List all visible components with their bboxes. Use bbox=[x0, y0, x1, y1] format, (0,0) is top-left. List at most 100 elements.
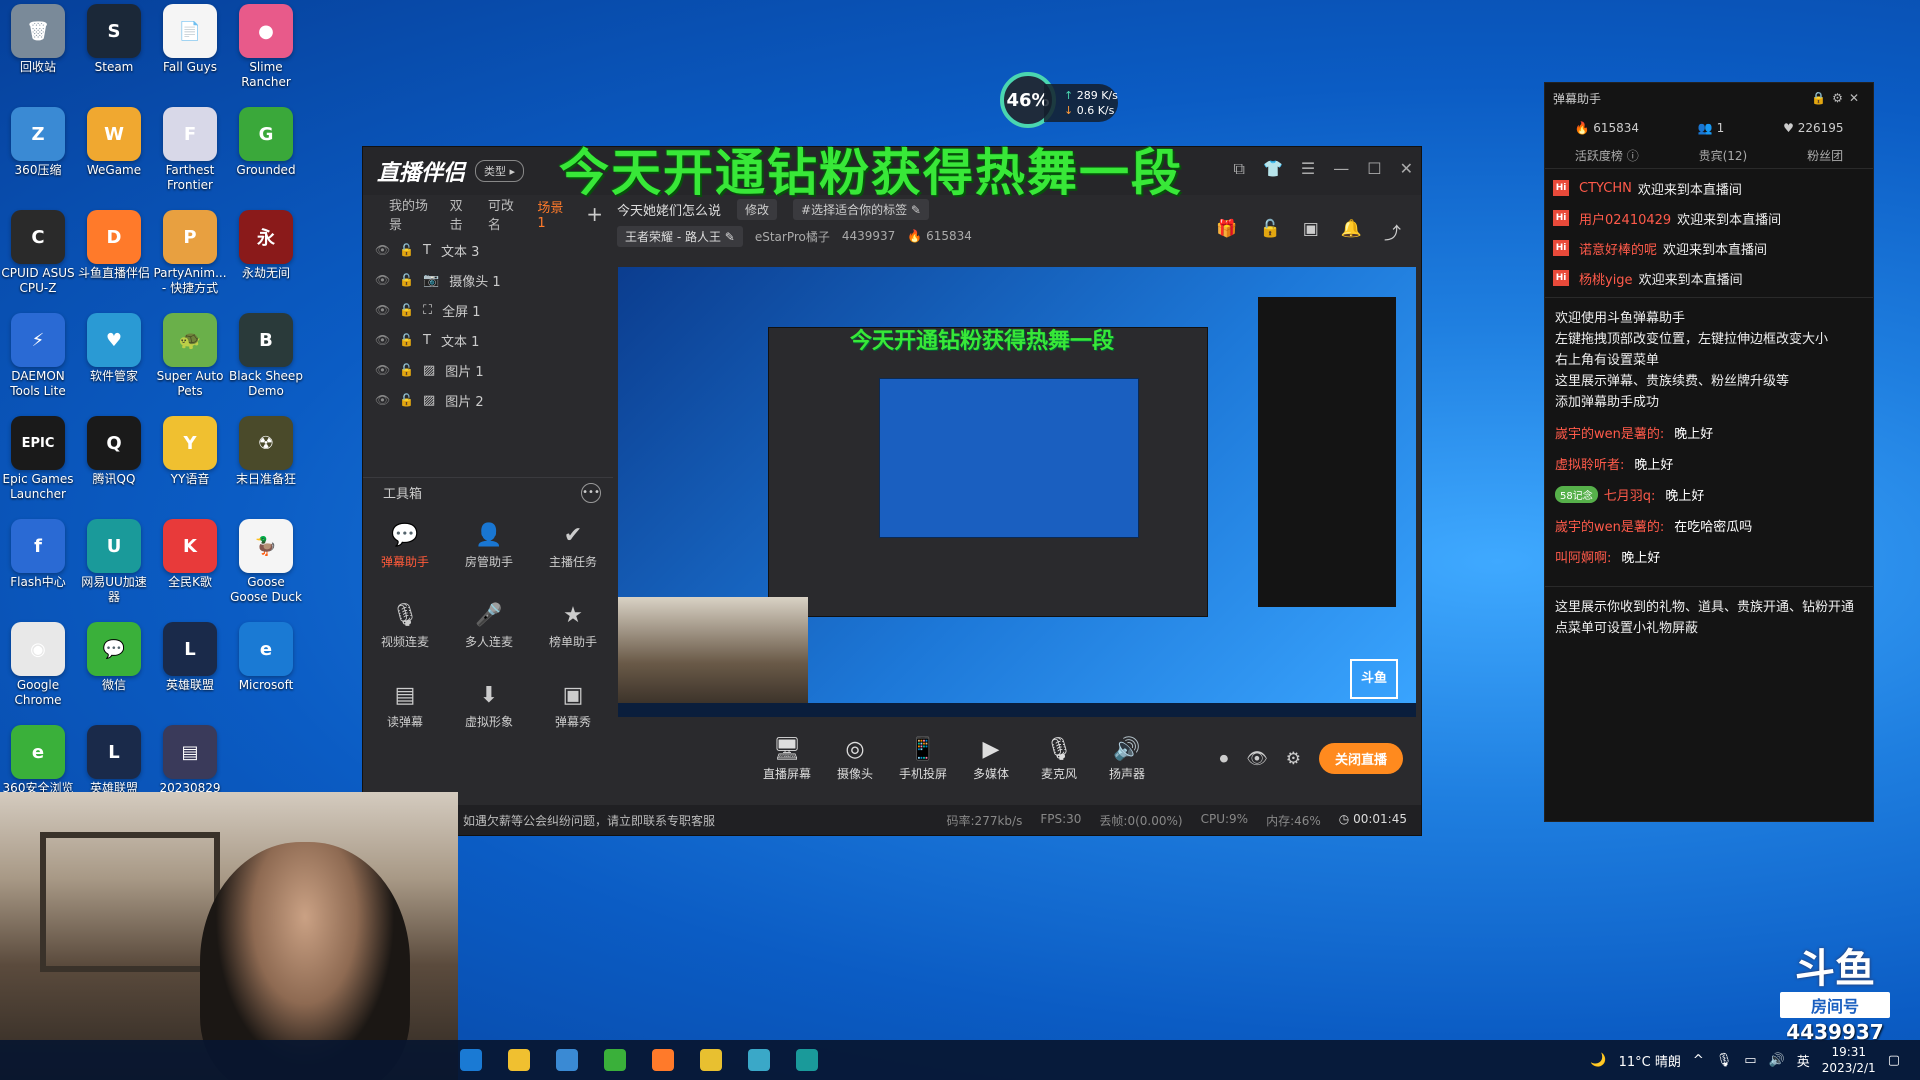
taskbar-app-icon[interactable] bbox=[748, 1049, 770, 1071]
eye-icon[interactable]: 👁 bbox=[375, 363, 390, 377]
desktop-icon[interactable]: e Microsoft bbox=[228, 618, 304, 718]
settings-icon[interactable]: ⚙ bbox=[1286, 749, 1301, 769]
lock-icon[interactable]: 🔓 bbox=[1260, 219, 1281, 244]
desktop-icon[interactable]: L 英雄联盟 bbox=[152, 618, 228, 718]
desktop-icon[interactable]: C CPUID ASUS CPU-Z bbox=[0, 206, 76, 306]
chat-user[interactable]: 虚拟聆听者: bbox=[1555, 454, 1624, 473]
desktop-icon[interactable]: B Black Sheep Demo bbox=[228, 309, 304, 409]
window-titlebar[interactable]: 直播伴侣 类型 ▸ 今天开通钻粉获得热舞一段 ⧉ 👕 ☰ — ☐ ✕ bbox=[363, 144, 1421, 202]
taskbar-app-icon[interactable] bbox=[700, 1049, 722, 1071]
taskbar-app-icon[interactable] bbox=[604, 1049, 626, 1071]
lock-icon[interactable]: 🔓 bbox=[399, 303, 414, 317]
desktop-icon[interactable]: 🗑 回收站 bbox=[0, 0, 76, 100]
gear-icon[interactable]: ⚙ bbox=[1832, 91, 1849, 105]
chat-user[interactable]: 七月羽q: bbox=[1604, 485, 1656, 504]
eye-icon[interactable]: 👁 bbox=[375, 273, 390, 287]
pip-icon[interactable]: ⧉ bbox=[1234, 159, 1245, 179]
eye-icon[interactable]: 👁 bbox=[1246, 749, 1268, 769]
desktop-icon[interactable]: 永永劫无间 bbox=[228, 206, 304, 306]
desktop-icon[interactable]: ☢ 末日准备狂 bbox=[228, 412, 304, 512]
lock-icon[interactable]: 🔓 bbox=[399, 333, 414, 347]
tab-double-click[interactable]: 双击 bbox=[450, 195, 472, 233]
more-icon[interactable]: ••• bbox=[581, 482, 601, 503]
tool-button[interactable]: ★ 榜单助手 bbox=[531, 599, 615, 665]
taskbar-app-icon[interactable] bbox=[556, 1049, 578, 1071]
taskbar-app-icon[interactable] bbox=[652, 1049, 674, 1071]
status-notice[interactable]: 如遇欠薪等公会纠纷问题，请立即联系专职客服 bbox=[463, 812, 715, 829]
category-button[interactable]: 王者荣耀 - 路人王 ✎ bbox=[617, 225, 743, 247]
source-button[interactable]: 🔊 扬声器 bbox=[1103, 735, 1151, 782]
desktop-icon[interactable]: ● Slime Rancher bbox=[228, 0, 304, 100]
weather[interactable]: 11°C 晴朗 bbox=[1619, 1051, 1681, 1070]
tab-rename[interactable]: 可改名 bbox=[488, 195, 521, 233]
desktop-icon[interactable]: G Grounded bbox=[228, 103, 304, 203]
minimize-icon[interactable]: — bbox=[1333, 159, 1349, 179]
eye-icon[interactable]: 👁 bbox=[375, 393, 390, 407]
tool-button[interactable]: 🎤 多人连麦 bbox=[447, 599, 531, 665]
eye-icon[interactable]: 👁 bbox=[375, 243, 390, 257]
perf-float-widget[interactable]: 46% ↑ 289 K/s ↓ 0.6 K/s bbox=[1000, 70, 1118, 128]
tool-button[interactable]: 👤 房管助手 bbox=[447, 519, 531, 585]
user-name[interactable]: 诺意好棒的呢 bbox=[1579, 239, 1657, 258]
source-button[interactable]: ◎ 摄像头 bbox=[831, 735, 879, 782]
taskbar-app-icon[interactable] bbox=[460, 1049, 482, 1071]
edit-title-button[interactable]: 修改 bbox=[737, 198, 778, 220]
skin-icon[interactable]: 👕 bbox=[1263, 159, 1283, 179]
tool-button[interactable]: 💬 弹幕助手 bbox=[363, 519, 447, 585]
chat-user[interactable]: 嵗宇的wen是薯的: bbox=[1555, 423, 1664, 442]
desktop-icon[interactable]: ◉ Google Chrome bbox=[0, 618, 76, 718]
tool-button[interactable]: ▣ 弹幕秀 bbox=[531, 679, 615, 745]
bell-icon[interactable]: 🔔 bbox=[1341, 219, 1362, 244]
close-icon[interactable]: ✕ bbox=[1400, 159, 1413, 179]
desktop-icon[interactable]: W WeGame bbox=[76, 103, 152, 203]
taskbar-app-icon[interactable] bbox=[508, 1049, 530, 1071]
tag-select-button[interactable]: #选择适合你的标签 ✎ bbox=[793, 198, 929, 220]
desktop-icon[interactable]: 💬 微信 bbox=[76, 618, 152, 718]
desktop-icon[interactable]: 📄 Fall Guys bbox=[152, 0, 228, 100]
tab-my-scenes[interactable]: 我的场景 bbox=[389, 195, 434, 233]
menu-icon[interactable]: ☰ bbox=[1301, 159, 1315, 179]
tab-scene-1[interactable]: 场景 1 bbox=[537, 197, 570, 231]
tab-fan-club[interactable]: 粉丝团 bbox=[1807, 147, 1843, 164]
desktop-icon[interactable]: F Farthest Frontier bbox=[152, 103, 228, 203]
chat-titlebar[interactable]: 弹幕助手 🔒⚙✕ bbox=[1545, 83, 1873, 113]
tool-button[interactable]: ⬇ 虚拟形象 bbox=[447, 679, 531, 745]
tray-expand-icon[interactable]: ^ bbox=[1693, 1053, 1704, 1068]
share-icon[interactable]: ⤴ bbox=[1384, 219, 1401, 244]
network-icon[interactable]: ▭ bbox=[1744, 1053, 1756, 1068]
user-name[interactable]: CTYCHN bbox=[1579, 181, 1632, 196]
source-button[interactable]: 🎙 麦克风 bbox=[1035, 735, 1083, 782]
tab-activity-rank[interactable]: 活跃度榜 ⓘ bbox=[1575, 147, 1639, 164]
layer-item[interactable]: 👁 🔓 📷 摄像头 1 bbox=[363, 265, 613, 295]
source-button[interactable]: ▶ 多媒体 bbox=[967, 735, 1015, 782]
mic-icon[interactable]: 🎙 bbox=[1716, 1053, 1733, 1068]
source-button[interactable]: 🖥 直播屏幕 bbox=[763, 735, 811, 782]
desktop-icon[interactable]: Z 360压缩 bbox=[0, 103, 76, 203]
desktop-icon[interactable]: ⚡ DAEMON Tools Lite bbox=[0, 309, 76, 409]
lock-icon[interactable]: 🔒 bbox=[1811, 91, 1832, 105]
layer-item[interactable]: 👁 🔓 ▨ 图片 2 bbox=[363, 385, 613, 415]
tool-button[interactable]: 🎙 视频连麦 bbox=[363, 599, 447, 665]
desktop-icon[interactable]: K 全民K歌 bbox=[152, 515, 228, 615]
desktop-icon[interactable]: Y YY语音 bbox=[152, 412, 228, 512]
tab-vip[interactable]: 贵宾(12) bbox=[1699, 147, 1748, 164]
gift-icon[interactable]: 🎁 bbox=[1216, 219, 1237, 244]
layout-icon[interactable]: ▣ bbox=[1303, 219, 1319, 244]
maximize-icon[interactable]: ☐ bbox=[1367, 159, 1381, 179]
close-icon[interactable]: ✕ bbox=[1849, 91, 1865, 105]
record-icon[interactable]: ⏺ bbox=[1220, 749, 1229, 769]
eye-icon[interactable]: 👁 bbox=[375, 303, 390, 317]
layer-item[interactable]: 👁 🔓 T 文本 3 bbox=[363, 235, 613, 265]
user-name[interactable]: 用户02410429 bbox=[1579, 209, 1671, 228]
taskbar-clock[interactable]: 19:31 2023/2/1 bbox=[1822, 1044, 1876, 1076]
type-badge[interactable]: 类型 ▸ bbox=[475, 160, 525, 182]
layer-item[interactable]: 👁 🔓 ▨ 图片 1 bbox=[363, 355, 613, 385]
desktop-icon[interactable]: U 网易UU加速器 bbox=[76, 515, 152, 615]
desktop-icon[interactable]: 🦆 Goose Goose Duck bbox=[228, 515, 304, 615]
stop-live-button[interactable]: 关闭直播 bbox=[1318, 743, 1403, 774]
taskbar-app-icon[interactable] bbox=[796, 1049, 818, 1071]
ime-indicator[interactable]: 英 bbox=[1797, 1051, 1810, 1070]
source-button[interactable]: 📱 手机投屏 bbox=[899, 735, 947, 782]
desktop-icon[interactable]: 🐢 Super Auto Pets bbox=[152, 309, 228, 409]
lock-icon[interactable]: 🔓 bbox=[399, 243, 414, 257]
